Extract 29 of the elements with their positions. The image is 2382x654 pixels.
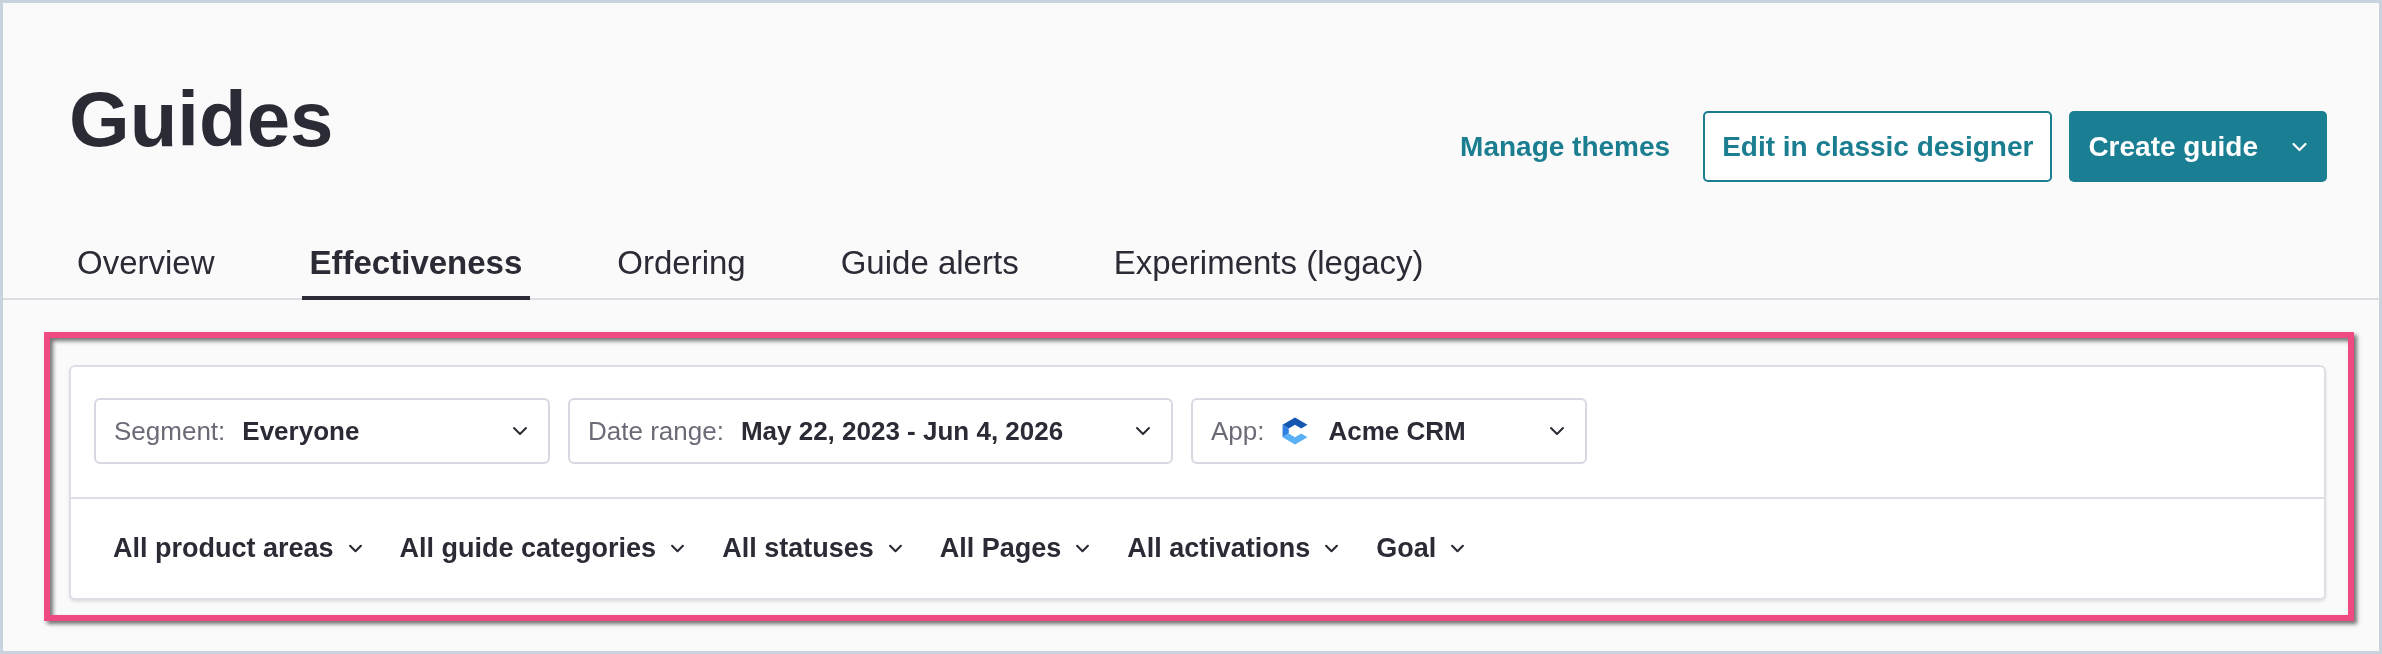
chevron-down-icon xyxy=(1324,544,1340,553)
manage-themes-link[interactable]: Manage themes xyxy=(1460,129,1671,164)
filter-menu-button[interactable]: All Pages xyxy=(931,529,1099,568)
chevron-down-icon xyxy=(1135,426,1151,436)
filter-menu-button[interactable]: All guide categories xyxy=(391,529,694,568)
app-logo-icon xyxy=(1281,417,1308,445)
tab[interactable]: Effectiveness xyxy=(301,243,531,300)
chevron-down-icon xyxy=(2291,141,2308,152)
chevron-down-icon xyxy=(1549,426,1565,436)
filter-menu-button[interactable]: All statuses xyxy=(714,529,911,568)
edit-designer-button[interactable]: Edit in classic designer xyxy=(1703,111,2053,182)
filter-menu-button[interactable]: Goal xyxy=(1368,529,1474,568)
chevron-down-icon xyxy=(512,426,528,436)
tab[interactable]: Guide alerts xyxy=(832,243,1027,300)
chevron-down-icon xyxy=(1450,544,1466,553)
page-title: Guides xyxy=(69,80,334,158)
tab[interactable]: Ordering xyxy=(609,243,754,300)
filter-dropdown[interactable]: App: Acme CRM xyxy=(1191,398,1587,464)
chevron-down-icon xyxy=(1075,544,1091,553)
chevron-down-icon xyxy=(347,544,363,553)
chevron-down-icon xyxy=(670,544,686,553)
filter-menu-button[interactable]: All activations xyxy=(1119,529,1348,568)
tab[interactable]: Experiments (legacy) xyxy=(1105,243,1432,300)
filter-dropdown[interactable]: Date range: May 22, 2023 - Jun 4, 2026 xyxy=(568,398,1173,464)
create-guide-button[interactable]: Create guide xyxy=(2069,111,2327,182)
filter-dropdown[interactable]: Segment: Everyone xyxy=(94,398,550,464)
filter-menu-button[interactable]: All product areas xyxy=(105,529,371,568)
chevron-down-icon xyxy=(887,544,903,553)
tab[interactable]: Overview xyxy=(69,243,223,300)
